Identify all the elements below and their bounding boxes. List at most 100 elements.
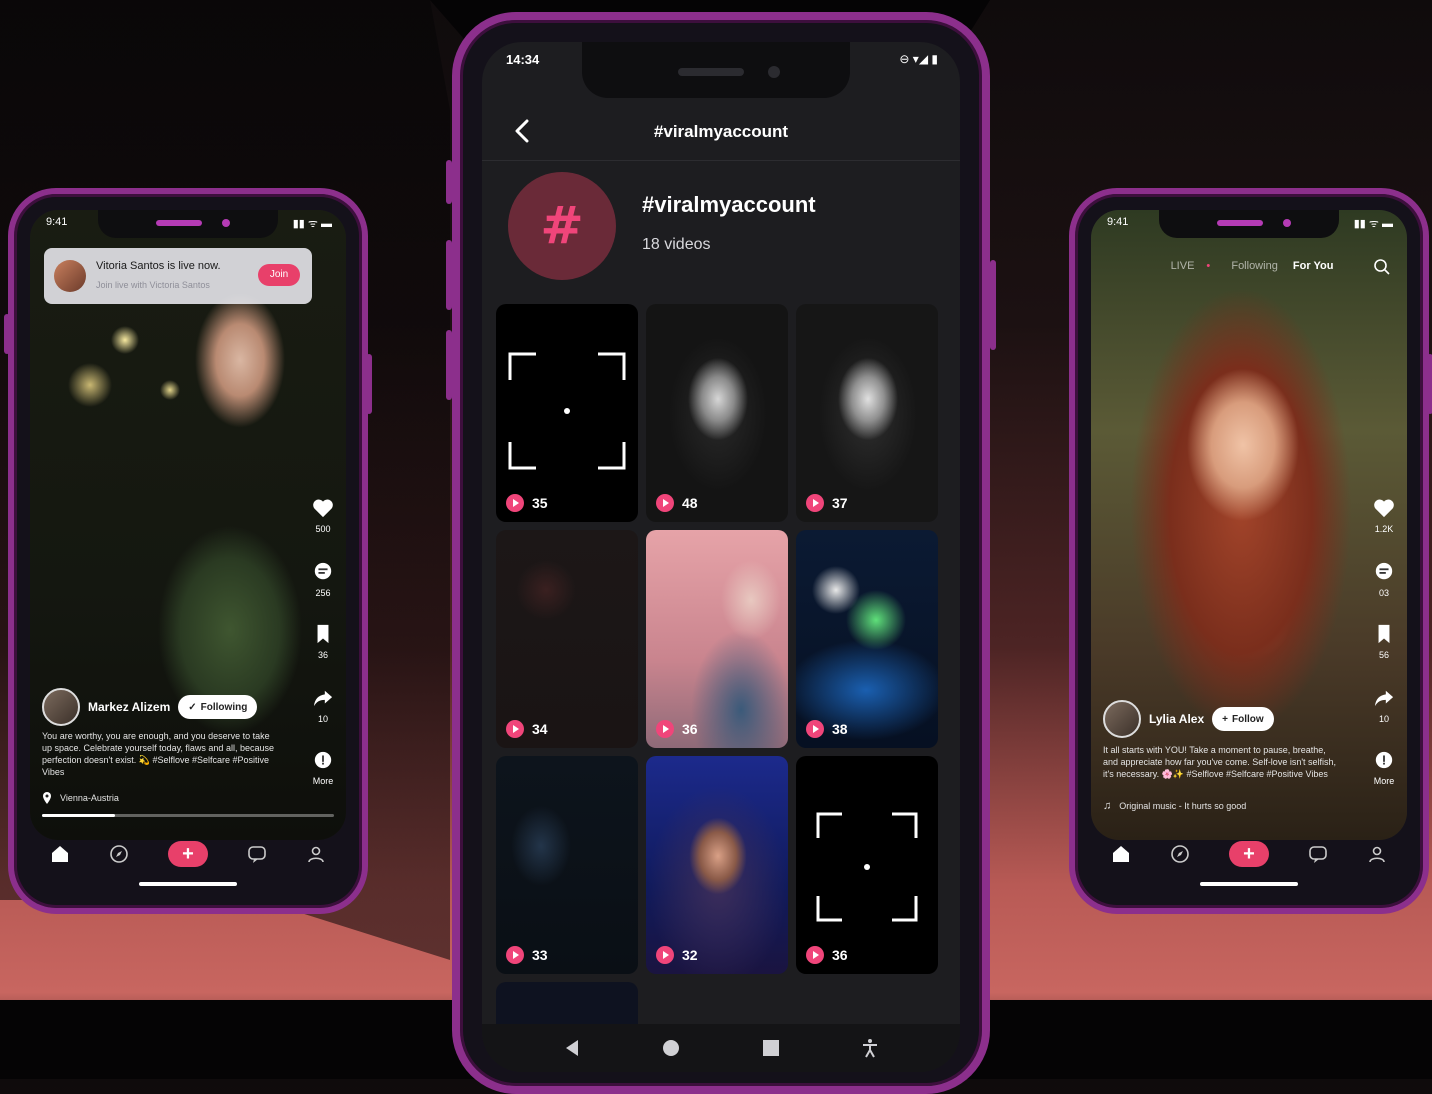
status-time: 9:41 [1107, 216, 1129, 228]
notification-title: Vitoria Santos is live now. [96, 260, 221, 272]
home-indicator[interactable] [1200, 882, 1298, 886]
hashtag-name: #viralmyaccount [642, 192, 816, 217]
music-label: Original music - It hurts so good [1119, 801, 1247, 811]
tab-for-you[interactable]: For You [1293, 260, 1334, 272]
comment-action[interactable]: 03 [1371, 562, 1397, 598]
center-screen: 14:34 ⊖ ▾◢ ▮ #viralmyaccount # #viralmya… [482, 42, 960, 1072]
video-tile[interactable]: 34 [496, 530, 638, 748]
status-icons: ▮▮ ᯤ ▬ [1353, 218, 1393, 230]
home-icon[interactable] [49, 843, 71, 865]
check-icon: ✓ [188, 701, 197, 713]
save-action[interactable]: 56 [1371, 624, 1397, 660]
nav-back-icon[interactable] [562, 1038, 582, 1058]
phone-side-button [990, 260, 996, 350]
video-tile[interactable]: 48 [646, 304, 788, 522]
view-count: 36 [682, 721, 698, 737]
play-icon [506, 720, 524, 738]
creator-row: Lylia Alex + Follow [1103, 700, 1274, 738]
video-tile[interactable]: 37 [796, 304, 938, 522]
system-nav-bar [482, 1024, 960, 1072]
video-caption: You are worthy, you are enough, and you … [42, 731, 274, 777]
creator-row: Markez Alizem ✓ Following [42, 688, 258, 726]
like-action[interactable]: 1.2K [1371, 498, 1397, 534]
follow-label: Follow [1231, 713, 1264, 725]
accessibility-icon[interactable] [860, 1038, 880, 1058]
video-progress[interactable] [42, 814, 334, 817]
search-icon[interactable] [1373, 258, 1391, 276]
avatar[interactable] [1103, 700, 1141, 738]
location-pin-icon [43, 792, 51, 804]
discover-icon[interactable] [108, 843, 130, 865]
share-action[interactable]: 10 [310, 688, 336, 724]
more-action[interactable]: More [1371, 750, 1397, 786]
nav-recents-icon[interactable] [761, 1038, 781, 1058]
creator-name[interactable]: Markez Alizem [88, 700, 170, 714]
video-tile[interactable]: 36 [796, 756, 938, 974]
share-icon [313, 690, 333, 707]
play-icon [656, 494, 674, 512]
video-tile[interactable]: 32 [646, 756, 788, 974]
phone-right: 9:41 ▮▮ ᯤ ▬ LIVE • Following For You 1.2K… [1069, 188, 1432, 914]
view-count: 34 [532, 721, 548, 737]
follow-button[interactable]: + Follow [1212, 707, 1274, 731]
create-button[interactable]: + [1228, 841, 1269, 867]
plus-icon: + [1222, 713, 1228, 725]
phone-notch [582, 42, 850, 98]
view-count: 35 [532, 495, 548, 511]
avatar[interactable] [42, 688, 80, 726]
nav-home-icon[interactable] [661, 1038, 681, 1058]
tab-following[interactable]: Following [1231, 260, 1277, 272]
video-tile[interactable]: 35 [496, 304, 638, 522]
save-count: 56 [1378, 650, 1389, 660]
messages-icon[interactable] [1307, 843, 1329, 865]
messages-icon[interactable] [246, 843, 268, 865]
profile-icon[interactable] [305, 843, 327, 865]
video-tile[interactable]: 38 [796, 530, 938, 748]
creator-name[interactable]: Lylia Alex [1149, 712, 1204, 726]
video-progress-fill [42, 814, 115, 817]
view-count: 37 [832, 495, 848, 511]
share-action[interactable]: 10 [1371, 688, 1397, 724]
phone-side-button [366, 354, 372, 414]
phone-side-button [446, 160, 452, 204]
live-notification[interactable]: Vitoria Santos is live now. Join live wi… [44, 248, 312, 304]
status-time: 9:41 [46, 216, 68, 228]
phone-side-button [446, 330, 452, 400]
discover-icon[interactable] [1169, 843, 1191, 865]
view-count: 38 [832, 721, 848, 737]
hashtag-icon: # [540, 196, 584, 256]
home-indicator[interactable] [139, 882, 237, 886]
following-button[interactable]: ✓ Following [178, 695, 258, 719]
play-icon [806, 946, 824, 964]
like-action[interactable]: 500 [310, 498, 336, 534]
comment-icon [314, 562, 332, 580]
join-button[interactable]: Join [258, 264, 300, 286]
status-icons: ⊖ ▾◢ ▮ [899, 52, 938, 66]
right-screen: 9:41 ▮▮ ᯤ ▬ LIVE • Following For You 1.2K… [1091, 210, 1407, 840]
view-count: 32 [682, 947, 698, 963]
play-icon [806, 720, 824, 738]
more-label: More [312, 776, 334, 786]
location-row[interactable]: Vienna-Austria [42, 792, 119, 804]
create-button[interactable]: + [167, 841, 208, 867]
music-row[interactable]: ♫ Original music - It hurts so good [1103, 800, 1246, 812]
home-icon[interactable] [1110, 843, 1132, 865]
video-tile[interactable]: 33 [496, 756, 638, 974]
save-action[interactable]: 36 [310, 624, 336, 660]
comment-icon [1375, 562, 1393, 580]
play-icon [506, 946, 524, 964]
play-icon [656, 720, 674, 738]
view-count: 33 [532, 947, 548, 963]
more-icon [1375, 751, 1393, 769]
profile-icon[interactable] [1366, 843, 1388, 865]
music-note-icon: ♫ [1103, 800, 1112, 812]
scan-frame-icon [816, 812, 918, 922]
tab-live[interactable]: LIVE • [1165, 260, 1217, 272]
comment-action[interactable]: 256 [310, 562, 336, 598]
video-tile[interactable]: 36 [646, 530, 788, 748]
phone-side-button [446, 240, 452, 310]
following-label: Following [200, 701, 248, 713]
play-icon [506, 494, 524, 512]
more-action[interactable]: More [310, 750, 336, 786]
phone-center: 14:34 ⊖ ▾◢ ▮ #viralmyaccount # #viralmya… [446, 12, 996, 1094]
